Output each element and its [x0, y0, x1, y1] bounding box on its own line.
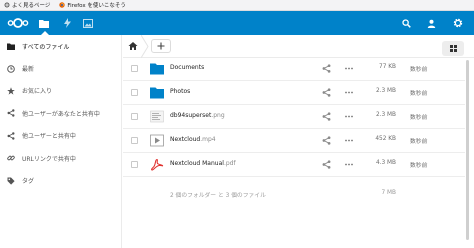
sidebar-item-shared-by-link[interactable]: URLリンクで共有中: [0, 147, 121, 169]
table-row[interactable]: Nextcloud Manual.pdf 4.3 MB 数秒前: [123, 153, 465, 177]
gear-icon: [4, 2, 10, 8]
select-checkbox[interactable]: [131, 113, 138, 120]
share-icon: [7, 109, 15, 118]
pdf-icon: [151, 158, 164, 171]
more-actions-icon[interactable]: [344, 136, 354, 145]
folder-icon: [150, 87, 164, 99]
share-icon[interactable]: [322, 136, 331, 145]
nextcloud-logo[interactable]: [7, 16, 29, 30]
select-checkbox[interactable]: [131, 89, 138, 96]
file-modified: 数秒前: [410, 91, 428, 97]
files-app-button[interactable]: [37, 16, 51, 30]
bookmark-label: よく見るページ: [12, 3, 51, 9]
image-icon: [83, 18, 93, 28]
grid-view-toggle[interactable]: [442, 41, 464, 56]
app-header: [0, 11, 474, 35]
video-icon: [150, 134, 164, 147]
file-name[interactable]: Nextcloud.mp4: [170, 136, 216, 143]
grid-icon: [449, 45, 457, 52]
more-actions-icon[interactable]: [344, 64, 354, 73]
bookmark-most-visited[interactable]: よく見るページ: [4, 1, 50, 9]
table-row[interactable]: Documents 77 KB 数秒前: [123, 57, 465, 81]
file-modified: 数秒前: [410, 163, 428, 169]
new-file-button[interactable]: [151, 39, 171, 53]
folder-icon: [150, 63, 164, 75]
file-size: 2.3 MB: [375, 88, 396, 94]
firefox-icon: [59, 2, 66, 8]
activity-app-button[interactable]: [60, 16, 74, 30]
file-size: 2.3 MB: [375, 112, 396, 118]
bolt-icon: [63, 18, 71, 28]
more-actions-icon[interactable]: [344, 112, 354, 121]
search-icon: [401, 18, 411, 28]
file-size: 77 KB: [379, 64, 396, 70]
tag-icon: [7, 177, 15, 185]
sidebar-item-label: お気に入り: [22, 88, 53, 96]
files-controls-bar: [123, 35, 474, 58]
sidebar-item-shared-with-others[interactable]: 他ユーザーと共有中: [0, 125, 121, 147]
select-checkbox[interactable]: [131, 161, 138, 168]
folder-icon: [7, 42, 15, 50]
gear-icon: [453, 18, 463, 28]
file-modified: 数秒前: [410, 67, 428, 73]
share-icon: [7, 132, 15, 140]
image-thumbnail-icon: [150, 110, 164, 123]
table-row[interactable]: db94superset.png 2.3 MB 数秒前: [123, 105, 465, 129]
contacts-menu-button[interactable]: [424, 16, 438, 30]
bookmark-firefox-tips[interactable]: Firefox を使いこなそう: [59, 1, 126, 9]
clock-icon: [7, 64, 15, 73]
sidebar-item-label: タグ: [22, 178, 35, 186]
share-icon[interactable]: [322, 88, 331, 97]
select-checkbox[interactable]: [131, 137, 138, 144]
share-icon[interactable]: [322, 160, 331, 169]
sidebar-item-label: 他ユーザーがあなたと共有中: [22, 110, 100, 118]
file-size: 452 KB: [375, 136, 396, 142]
folder-icon: [39, 19, 49, 28]
file-name[interactable]: Photos: [170, 88, 190, 95]
app-navigation: すべてのファイル 最新 お気に入り 他ユーザーがあなたと共有中 他ユーザーと共有…: [0, 35, 122, 248]
file-modified: 数秒前: [410, 139, 428, 145]
file-name[interactable]: Documents: [170, 64, 204, 71]
bookmarks-toolbar: よく見るページ Firefox を使いこなそう: [0, 0, 474, 11]
table-row[interactable]: Photos 2.3 MB 数秒前: [123, 81, 465, 105]
sidebar-item-all-files[interactable]: すべてのファイル: [0, 35, 121, 57]
sidebar-item-label: 最新: [22, 66, 35, 74]
sidebar-item-label: 他ユーザーと共有中: [22, 133, 76, 141]
home-icon[interactable]: [128, 41, 138, 51]
scrollbar-thumb[interactable]: [466, 60, 469, 240]
plus-icon: [157, 42, 165, 50]
sidebar-item-label: すべてのファイル: [22, 43, 70, 51]
sidebar-item-favorites[interactable]: お気に入り: [0, 80, 121, 102]
search-button[interactable]: [399, 16, 413, 30]
settings-menu-button[interactable]: [451, 16, 465, 30]
total-size: 7 MB: [381, 190, 396, 196]
more-actions-icon[interactable]: [344, 160, 354, 169]
sidebar-item-recent[interactable]: 最新: [0, 57, 121, 79]
file-name[interactable]: Nextcloud Manual.pdf: [170, 160, 236, 167]
gallery-app-button[interactable]: [81, 16, 95, 30]
file-summary: 2 個のフォルダー と 3 個のファイル: [170, 193, 266, 199]
share-icon[interactable]: [322, 112, 331, 121]
share-icon[interactable]: [322, 64, 331, 73]
sidebar-item-tags[interactable]: タグ: [0, 169, 121, 191]
more-actions-icon[interactable]: [344, 88, 354, 97]
file-size: 4.3 MB: [375, 160, 396, 166]
star-icon: [7, 87, 15, 95]
sidebar-item-label: URLリンクで共有中: [22, 155, 76, 163]
contacts-icon: [427, 19, 435, 28]
sidebar-item-shared-with-you[interactable]: 他ユーザーがあなたと共有中: [0, 102, 121, 124]
file-modified: 数秒前: [410, 115, 428, 121]
breadcrumb-separator: [141, 35, 149, 58]
bookmark-label: Firefox を使いこなそう: [67, 3, 126, 9]
select-checkbox[interactable]: [131, 65, 138, 72]
file-name[interactable]: db94superset.png: [170, 112, 225, 119]
table-row[interactable]: Nextcloud.mp4 452 KB 数秒前: [123, 129, 465, 153]
link-icon: [7, 154, 15, 162]
